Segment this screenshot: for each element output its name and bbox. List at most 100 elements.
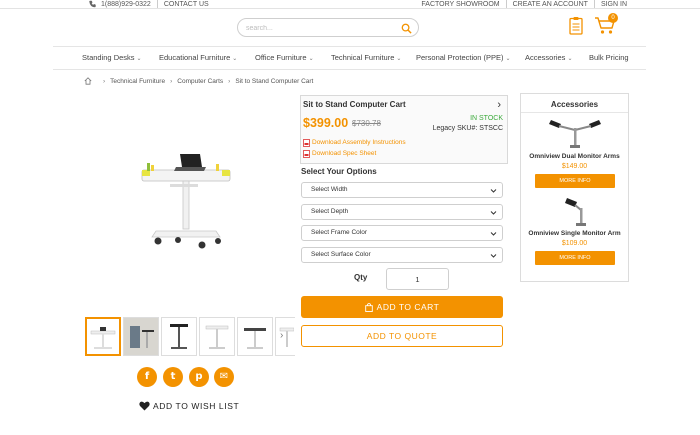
select-frame-color[interactable]: Select Frame Color: [301, 225, 503, 241]
nav-item-accessories[interactable]: Accessories ⌄: [525, 47, 572, 69]
thumbnail-image: [205, 325, 229, 349]
accessory-price: $109.00: [561, 240, 588, 247]
facebook-icon[interactable]: f: [137, 367, 157, 387]
product-main-image[interactable]: [138, 148, 234, 254]
nav-label: Personal Protection (PPE): [416, 53, 504, 62]
pinterest-icon[interactable]: p: [189, 367, 209, 387]
thumbnail-image: [244, 328, 266, 349]
product-price: $399.00: [303, 116, 349, 130]
create-account-link[interactable]: CREATE AN ACCOUNT: [513, 1, 588, 8]
accessory-name[interactable]: Omniview Single Monitor Arm: [521, 230, 628, 237]
nav-item-personal-protection[interactable]: Personal Protection (PPE) ⌄: [416, 47, 511, 69]
accessory-price: $149.00: [561, 163, 588, 170]
select-depth[interactable]: Select Depth: [301, 204, 503, 220]
nav-item-standing-desks[interactable]: Standing Desks ⌄: [82, 47, 142, 69]
more-info-button[interactable]: MORE INFO: [535, 174, 615, 188]
more-info-button[interactable]: MORE INFO: [535, 251, 615, 265]
thumbnail-image: [124, 318, 158, 355]
contact-us-link[interactable]: CONTACT US: [164, 1, 209, 8]
chevron-down-icon: [490, 189, 497, 193]
chevron-down-icon: ⌄: [567, 56, 573, 62]
sign-in-link[interactable]: SIGN IN: [601, 1, 627, 8]
next-product-arrow-icon[interactable]: ›: [497, 99, 501, 111]
pdf-icon: [303, 149, 310, 158]
nav-item-technical-furniture[interactable]: Technical Furniture ⌄: [331, 47, 401, 69]
thumbnail-2[interactable]: [123, 317, 159, 356]
search-input[interactable]: [246, 22, 396, 34]
accessories-title: Accessories: [550, 100, 599, 109]
download-spec-sheet-link[interactable]: Download Spec Sheet: [303, 149, 376, 158]
product-title: Sit to Stand Computer Cart: [303, 100, 406, 109]
top-utility-bar: 1(888)929-0322 CONTACT US FACTORY SHOWRO…: [0, 0, 700, 9]
download-assembly-instructions-link[interactable]: Download Assembly Instructions: [303, 138, 406, 147]
chevron-down-icon: [490, 211, 497, 215]
main-nav: Standing Desks ⌄ Educational Furniture ⌄ O…: [53, 46, 646, 70]
dual-monitor-arm-image[interactable]: [547, 118, 603, 150]
shopping-bag-icon: [364, 302, 373, 312]
accessory-name[interactable]: Omniview Dual Monitor Arms: [521, 153, 628, 160]
nav-label: Office Furniture: [255, 53, 307, 62]
select-label: Select Depth: [311, 208, 349, 215]
thumbnail-image: [90, 327, 116, 349]
select-surface-color[interactable]: Select Surface Color: [301, 247, 503, 263]
breadcrumb-computer-carts[interactable]: Computer Carts: [177, 78, 223, 85]
accessories-panel: Accessories Omniview Dual Monitor Arms $…: [520, 93, 629, 282]
thumbnail-next-arrow-icon[interactable]: ›: [280, 330, 283, 341]
product-sku: Legacy SKU#: STSCC: [432, 125, 503, 132]
thumbnail-6[interactable]: [275, 317, 295, 356]
add-to-wish-list-link[interactable]: ADD TO WISH LIST: [139, 400, 239, 412]
chevron-down-icon: ⌄: [136, 56, 142, 62]
nav-label: Technical Furniture: [331, 53, 395, 62]
nav-item-bulk-pricing[interactable]: Bulk Pricing: [589, 47, 629, 69]
factory-showroom-link[interactable]: FACTORY SHOWROOM: [421, 1, 499, 8]
twitter-icon[interactable]: t: [163, 367, 183, 387]
select-label: Select Surface Color: [311, 251, 371, 258]
chevron-down-icon: ⌄: [396, 56, 402, 62]
divider: [156, 0, 158, 8]
chevron-right-icon: ›: [170, 77, 173, 85]
single-monitor-arm-image[interactable]: [547, 196, 603, 228]
quote-list-icon[interactable]: [569, 16, 583, 35]
add-to-cart-button[interactable]: ADD TO CART: [301, 296, 503, 318]
chevron-down-icon: ⌄: [308, 56, 314, 62]
options-title: Select Your Options: [301, 167, 377, 176]
heart-icon: [139, 401, 150, 411]
nav-item-educational-furniture[interactable]: Educational Furniture ⌄: [159, 47, 237, 69]
breadcrumb: › Technical Furniture › Computer Carts ›…: [84, 76, 313, 86]
select-label: Select Width: [311, 186, 348, 193]
divider: [521, 112, 628, 113]
thumbnail-5[interactable]: [237, 317, 273, 356]
nav-label: Bulk Pricing: [589, 53, 629, 62]
wish-list-label: ADD TO WISH LIST: [153, 401, 240, 411]
phone-icon: [89, 0, 96, 8]
select-label: Select Frame Color: [311, 229, 367, 236]
chevron-right-icon: ›: [228, 77, 231, 85]
nav-label: Accessories: [525, 53, 566, 62]
product-info-panel: Sit to Stand Computer Cart › $399.00 $73…: [300, 95, 508, 164]
thumbnail-3[interactable]: [161, 317, 197, 356]
thumbnail-1[interactable]: [85, 317, 121, 356]
email-icon[interactable]: ✉: [214, 367, 234, 387]
divider: [505, 0, 507, 8]
select-width[interactable]: Select Width: [301, 182, 503, 198]
product-old-price: $730.78: [352, 119, 381, 128]
phone-number[interactable]: 1(888)929-0322: [101, 1, 151, 8]
chevron-down-icon: ⌄: [232, 56, 238, 62]
quantity-input[interactable]: [386, 268, 449, 290]
quantity-label: Qty: [354, 273, 368, 282]
thumbnail-4[interactable]: [199, 317, 235, 356]
account-links: FACTORY SHOWROOM CREATE AN ACCOUNT SIGN …: [421, 0, 627, 8]
add-to-cart-label: ADD TO CART: [376, 302, 440, 312]
home-icon[interactable]: [84, 77, 92, 85]
breadcrumb-technical-furniture[interactable]: Technical Furniture: [110, 78, 165, 85]
add-to-quote-button[interactable]: ADD TO QUOTE: [301, 325, 503, 347]
chevron-right-icon: ›: [103, 77, 106, 85]
thumbnail-image: [170, 324, 188, 349]
search-icon[interactable]: [401, 23, 412, 34]
breadcrumb-current: Sit to Stand Computer Cart: [235, 77, 314, 85]
nav-item-office-furniture[interactable]: Office Furniture ⌄: [255, 47, 314, 69]
stock-status: IN STOCK: [470, 115, 503, 122]
cart-count-badge: 0: [608, 13, 618, 23]
search-box: [237, 18, 419, 37]
divider: [593, 0, 595, 8]
